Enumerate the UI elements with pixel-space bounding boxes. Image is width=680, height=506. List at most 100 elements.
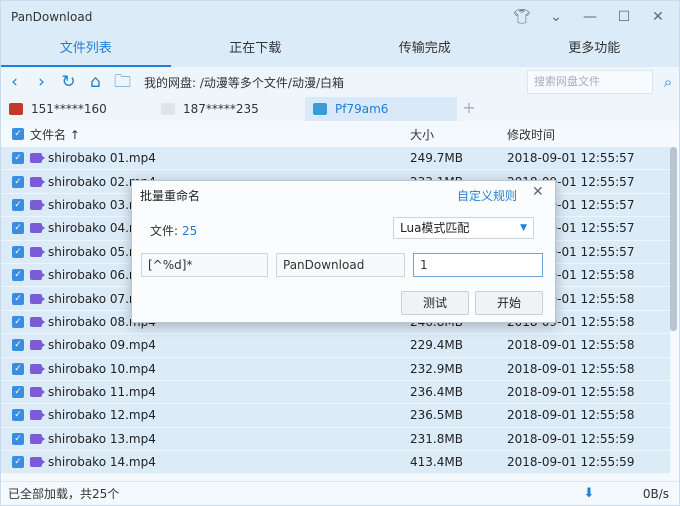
avatar (9, 103, 23, 115)
file-size: 236.4MB (410, 385, 463, 400)
header-time[interactable]: 修改时间 (507, 126, 647, 143)
video-file-icon (30, 410, 45, 421)
video-file-icon (30, 363, 45, 374)
file-size: 229.4MB (410, 338, 463, 353)
video-file-icon (30, 176, 45, 187)
table-row[interactable]: ✓ shirobako 11.mp4 236.4MB 2018-09-01 12:55… (1, 380, 670, 405)
file-name: shirobako 13.mp4 (48, 431, 156, 446)
row-checkbox[interactable]: ✓ (12, 222, 24, 235)
list-header: ✓ 文件名 ↑ 大小 修改时间 (1, 122, 679, 146)
window-title: PanDownload (11, 10, 93, 24)
file-name: shirobako 11.mp4 (48, 385, 156, 400)
home-icon[interactable]: ⌂ (82, 67, 109, 97)
tab-downloading[interactable]: 正在下载 (171, 33, 341, 67)
row-checkbox[interactable]: ✓ (12, 456, 24, 469)
title-bar: PanDownload 👕︎ ⌄ — ☐ ✕ (1, 1, 679, 33)
shirt-icon[interactable]: 👕︎ (505, 9, 539, 25)
row-checkbox[interactable]: ✓ (12, 269, 24, 282)
batch-rename-dialog: 批量重命名 自定义规则 ✕ 文件: 25 Lua模式匹配 ▼ [^%d]* Pan… (131, 180, 556, 323)
file-name: shirobako 01.mp4 (48, 151, 156, 166)
dropdown-arrow-icon: ▼ (520, 223, 527, 233)
minimize-icon[interactable]: — (573, 9, 607, 25)
app-window: PanDownload 👕︎ ⌄ — ☐ ✕ 文件列表 正在下载 传输完成 更多… (0, 0, 680, 506)
replacement-input[interactable]: PanDownload (276, 253, 405, 277)
status-text: 已全部加载，共25个 (8, 487, 120, 501)
row-checkbox[interactable]: ✓ (12, 362, 24, 375)
file-size: 249.7MB (410, 151, 463, 166)
row-checkbox[interactable]: ✓ (12, 198, 24, 211)
account-tab[interactable]: Pf79am6 (305, 97, 457, 121)
path-breadcrumb: 我的网盘: /动漫等多个文件/动漫/白箱 (144, 75, 344, 90)
video-file-icon (30, 433, 45, 444)
row-checkbox[interactable]: ✓ (12, 315, 24, 328)
row-checkbox[interactable]: ✓ (12, 432, 24, 445)
header-size[interactable]: 大小 (410, 126, 507, 143)
maximize-icon[interactable]: ☐ (607, 9, 641, 25)
file-count: 文件: 25 (150, 222, 197, 239)
video-file-icon (30, 199, 45, 210)
video-file-icon (30, 457, 45, 468)
close-icon[interactable]: ✕ (532, 184, 544, 200)
account-tab[interactable]: 187*****235 (153, 97, 305, 121)
tab-more[interactable]: 更多功能 (510, 33, 680, 67)
start-number-input[interactable]: 1 (413, 253, 543, 277)
file-name: shirobako 09.mp4 (48, 338, 156, 353)
file-size: 413.4MB (410, 455, 463, 470)
tab-completed[interactable]: 传输完成 (340, 33, 510, 67)
tab-file-list[interactable]: 文件列表 (1, 33, 171, 67)
forward-icon[interactable]: › (28, 67, 55, 97)
dialog-title: 批量重命名 (140, 189, 201, 203)
row-checkbox[interactable]: ✓ (12, 386, 24, 399)
video-file-icon (30, 387, 45, 398)
nav-bar: ‹ › ↻ ⌂ 🗀︎ 我的网盘: /动漫等多个文件/动漫/白箱 搜索网盘文件 ⌕ (1, 67, 679, 97)
video-file-icon (30, 293, 45, 304)
download-arrow-icon: ⬇︎ (583, 486, 595, 501)
table-row[interactable]: ✓ shirobako 01.mp4 249.7MB 2018-09-01 12:55… (1, 147, 670, 171)
table-row[interactable]: ✓ shirobako 09.mp4 229.4MB 2018-09-01 12:55… (1, 334, 670, 358)
file-size: 236.5MB (410, 408, 463, 423)
file-count-value: 25 (182, 224, 198, 238)
row-checkbox[interactable]: ✓ (12, 245, 24, 258)
test-button[interactable]: 测试 (401, 291, 469, 315)
file-time: 2018-09-01 12:55:58 (507, 338, 635, 353)
search-input[interactable]: 搜索网盘文件 (527, 70, 653, 94)
header-name[interactable]: 文件名 ↑ (30, 126, 80, 143)
file-name: shirobako 10.mp4 (48, 361, 156, 376)
video-file-icon (30, 223, 45, 234)
chevron-down-icon[interactable]: ⌄ (539, 9, 573, 25)
folder-icon[interactable]: 🗀︎ (109, 67, 136, 97)
account-tab[interactable]: 151*****160 (1, 97, 153, 121)
search-icon[interactable]: ⌕ (657, 73, 679, 91)
refresh-icon[interactable]: ↻ (55, 67, 82, 97)
file-time: 2018-09-01 12:55:58 (507, 408, 635, 423)
row-checkbox[interactable]: ✓ (12, 175, 24, 188)
mode-select[interactable]: Lua模式匹配 ▼ (393, 217, 534, 239)
status-bar: 已全部加载，共25个 ⬇︎ 0B/s (1, 481, 679, 505)
close-icon[interactable]: ✕ (641, 9, 675, 25)
back-icon[interactable]: ‹ (1, 67, 28, 97)
table-row[interactable]: ✓ shirobako 12.mp4 236.5MB 2018-09-01 12:55… (1, 404, 670, 428)
table-row[interactable]: ✓ shirobako 13.mp4 231.8MB 2018-09-01 12:55… (1, 427, 670, 452)
main-tabs: 文件列表 正在下载 传输完成 更多功能 (1, 33, 679, 67)
row-checkbox[interactable]: ✓ (12, 292, 24, 305)
account-name: 151*****160 (31, 102, 107, 116)
row-checkbox[interactable]: ✓ (12, 152, 24, 165)
download-speed: 0B/s (642, 486, 669, 501)
file-count-label: 文件: (150, 224, 179, 238)
video-file-icon (30, 270, 45, 281)
table-row[interactable]: ✓ shirobako 14.mp4 413.4MB 2018-09-01 12:55… (1, 451, 670, 475)
file-name: shirobako 12.mp4 (48, 408, 156, 423)
table-row[interactable]: ✓ shirobako 10.mp4 232.9MB 2018-09-01 12:55… (1, 357, 670, 381)
pattern-input[interactable]: [^%d]* (141, 253, 268, 277)
select-all-checkbox[interactable]: ✓ (12, 128, 24, 140)
custom-rule-link[interactable]: 自定义规则 (457, 187, 517, 204)
video-file-icon (30, 316, 45, 327)
scrollbar[interactable] (670, 147, 677, 331)
add-account-icon[interactable]: + (457, 97, 481, 121)
row-checkbox[interactable]: ✓ (12, 409, 24, 422)
start-button[interactable]: 开始 (475, 291, 543, 315)
file-size: 232.9MB (410, 361, 463, 376)
file-time: 2018-09-01 12:55:58 (507, 385, 635, 400)
file-size: 231.8MB (410, 431, 463, 446)
row-checkbox[interactable]: ✓ (12, 339, 24, 352)
